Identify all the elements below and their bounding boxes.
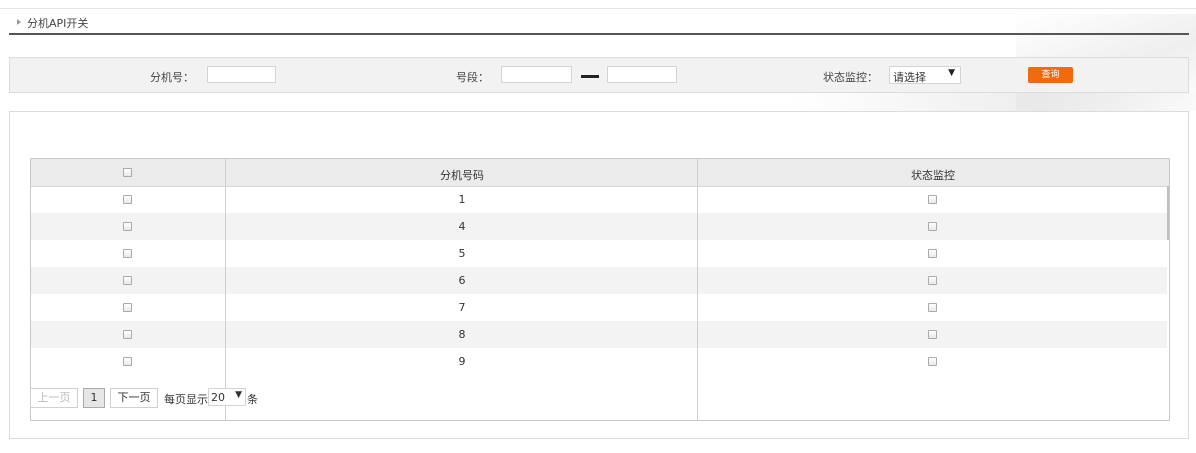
row-status-checkbox[interactable]: [928, 276, 937, 285]
row-number: 6: [458, 274, 466, 287]
row-select-checkbox[interactable]: [123, 330, 132, 339]
page-1-button[interactable]: 1: [83, 388, 105, 408]
row-number: 4: [458, 220, 466, 233]
per-page-value: 20: [211, 391, 225, 404]
table-row[interactable]: 4: [31, 213, 1167, 240]
table-row[interactable]: 9: [31, 348, 1167, 375]
status-label: 状态监控：: [823, 71, 878, 84]
table-header: 分机号码 状态监控: [31, 159, 1169, 187]
per-page-select[interactable]: 20 ▼: [208, 388, 246, 406]
extension-label: 分机号：: [150, 71, 194, 84]
table-row[interactable]: 1: [31, 186, 1167, 213]
row-number: 1: [458, 193, 466, 206]
column-divider: [225, 159, 226, 420]
status-select-value: 请选择: [893, 71, 926, 84]
range-from-input[interactable]: [501, 66, 572, 83]
breadcrumb: 分机API开关: [9, 9, 1189, 35]
main-panel: 分机号码 状态监控 1 4 5 6 7 8 9 上一页 1 下一页 每页显示 2…: [9, 111, 1189, 439]
row-status-checkbox[interactable]: [928, 330, 937, 339]
breadcrumb-title: 分机API开关: [27, 17, 89, 30]
table-row[interactable]: 7: [31, 294, 1167, 321]
status-select[interactable]: 请选择 ▼: [889, 66, 961, 84]
search-bar: 分机号： 号段： 状态监控： 请选择 ▼ 查询: [9, 57, 1189, 93]
extension-input[interactable]: [207, 66, 276, 83]
column-header-status: 状态监控: [911, 169, 955, 182]
table-row[interactable]: 6: [31, 267, 1167, 294]
triangle-right-icon: [17, 19, 21, 25]
caret-down-icon: ▼: [948, 68, 955, 78]
background-decoration-strip: [790, 93, 1196, 111]
range-to-input[interactable]: [607, 66, 677, 83]
row-select-checkbox[interactable]: [123, 195, 132, 204]
row-number: 5: [458, 247, 466, 260]
row-select-checkbox[interactable]: [123, 357, 132, 366]
row-status-checkbox[interactable]: [928, 357, 937, 366]
caret-down-icon: ▼: [235, 390, 242, 400]
table-row[interactable]: 5: [31, 240, 1167, 267]
row-status-checkbox[interactable]: [928, 195, 937, 204]
table-row[interactable]: 8: [31, 321, 1167, 348]
column-header-number: 分机号码: [440, 169, 484, 182]
row-select-checkbox[interactable]: [123, 222, 132, 231]
next-page-button[interactable]: 下一页: [110, 388, 158, 408]
row-number: 8: [458, 328, 466, 341]
row-select-checkbox[interactable]: [123, 303, 132, 312]
row-status-checkbox[interactable]: [928, 222, 937, 231]
table-scrollbar[interactable]: [1167, 186, 1169, 240]
page: 分机API开关 分机号： 号段： 状态监控： 请选择 ▼ 查询 分机号码 状态监…: [0, 0, 1196, 453]
per-page-label: 每页显示: [164, 393, 208, 406]
row-status-checkbox[interactable]: [928, 249, 937, 258]
query-button[interactable]: 查询: [1028, 67, 1073, 83]
row-number: 9: [458, 355, 466, 368]
range-separator: [581, 75, 599, 78]
per-page-unit: 条: [247, 393, 258, 406]
row-select-checkbox[interactable]: [123, 249, 132, 258]
range-label: 号段：: [456, 71, 489, 84]
select-all-checkbox[interactable]: [123, 168, 132, 177]
row-status-checkbox[interactable]: [928, 303, 937, 312]
row-number: 7: [458, 301, 466, 314]
row-select-checkbox[interactable]: [123, 276, 132, 285]
extension-table: 分机号码 状态监控 1 4 5 6 7 8 9: [30, 158, 1170, 421]
prev-page-button[interactable]: 上一页: [30, 388, 78, 408]
column-divider: [697, 159, 698, 420]
